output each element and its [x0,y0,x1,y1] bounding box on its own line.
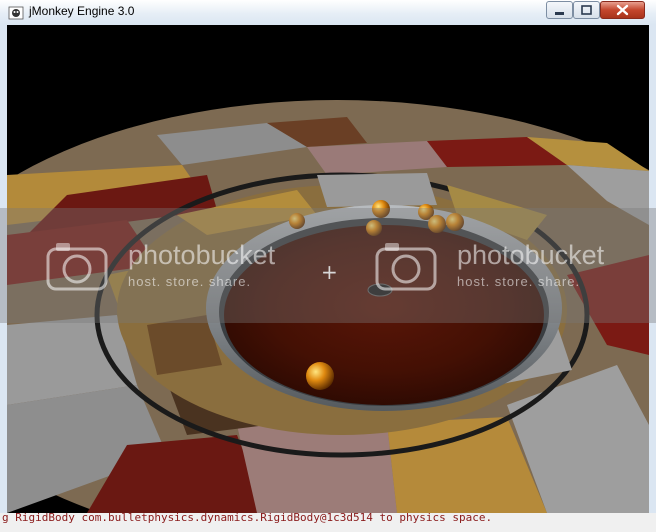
minimize-icon [555,12,564,15]
close-button[interactable] [600,1,645,19]
watermark-tagline: host. store. share. [457,274,581,289]
watermark-brand: photobucket [457,240,605,270]
console-output: g RigidBody com.bulletphysics.dynamics.R… [0,513,656,532]
close-icon [616,4,629,16]
maximize-button[interactable] [573,1,600,19]
app-window: jMonkey Engine 3.0 photobucket host. sto… [0,0,656,532]
console-log-line: g RigidBody com.bulletphysics.dynamics.R… [2,513,493,524]
title-bar[interactable]: jMonkey Engine 3.0 [0,0,656,25]
window-title: jMonkey Engine 3.0 [29,4,135,18]
watermark-brand: photobucket [128,240,276,270]
minimize-button[interactable] [546,1,573,19]
maximize-icon [581,5,592,15]
crosshair-icon: + [321,260,338,284]
watermark-left: photobucket host. store. share. [46,208,306,323]
watermark-right: photobucket host. store. share. [375,208,635,323]
watermark-tagline: host. store. share. [128,274,252,289]
ball [306,362,334,390]
camera-icon [375,243,437,291]
camera-icon [46,243,108,291]
jmonkey-app-icon [8,6,24,20]
